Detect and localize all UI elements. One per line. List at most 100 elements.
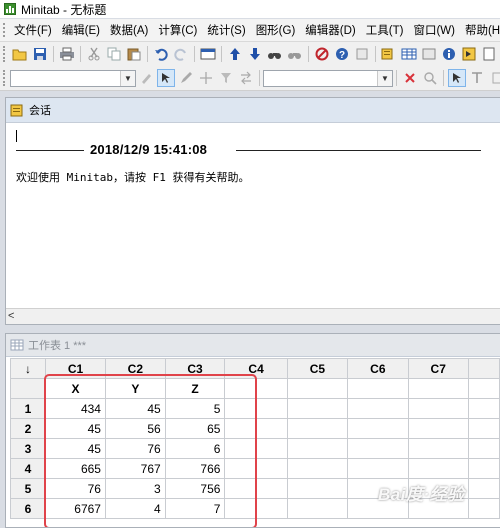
- data-cell[interactable]: [347, 398, 409, 419]
- row-header[interactable]: 1: [10, 398, 46, 419]
- pen-icon[interactable]: [177, 69, 195, 87]
- chevron-down-icon[interactable]: ▼: [120, 70, 135, 86]
- column-name-cell[interactable]: [467, 378, 500, 399]
- select-icon[interactable]: [157, 69, 175, 87]
- row-header[interactable]: 6: [10, 498, 46, 519]
- column-name-cell[interactable]: [286, 378, 349, 399]
- data-cell[interactable]: [224, 478, 288, 499]
- new-icon[interactable]: [480, 45, 498, 63]
- data-cell[interactable]: 766: [164, 458, 226, 479]
- data-cell[interactable]: 76: [104, 438, 166, 459]
- data-cell[interactable]: 756: [164, 478, 226, 499]
- data-cell[interactable]: [224, 458, 288, 479]
- pointer-icon[interactable]: [448, 69, 466, 87]
- worksheet-header[interactable]: 工作表 1 ***: [6, 334, 500, 357]
- menu-tools[interactable]: 工具(T): [361, 22, 409, 38]
- data-cell[interactable]: 3: [104, 478, 166, 499]
- data-cell[interactable]: [286, 458, 349, 479]
- chevron-down-icon[interactable]: ▼: [377, 70, 392, 86]
- undo-icon[interactable]: [152, 45, 170, 63]
- data-cell[interactable]: 56: [104, 418, 166, 439]
- row-header[interactable]: 5: [10, 478, 46, 499]
- menu-editor[interactable]: 编辑器(D): [300, 22, 360, 38]
- copy-icon[interactable]: [105, 45, 123, 63]
- data-cell[interactable]: [407, 438, 469, 459]
- toolbar-grip[interactable]: [3, 46, 7, 62]
- data-cell[interactable]: [286, 398, 349, 419]
- data-cell[interactable]: [224, 418, 288, 439]
- session-horizontal-scrollbar[interactable]: <: [6, 308, 500, 324]
- column-name-cell[interactable]: [407, 378, 469, 399]
- project-icon[interactable]: [420, 45, 438, 63]
- row-header[interactable]: 2: [10, 418, 46, 439]
- data-cell[interactable]: [467, 478, 500, 499]
- cut-icon[interactable]: [85, 45, 103, 63]
- menu-data[interactable]: 数据(A): [105, 22, 153, 38]
- menu-file[interactable]: 文件(F): [9, 22, 57, 38]
- data-cell[interactable]: [286, 478, 349, 499]
- menu-grip[interactable]: [3, 23, 5, 37]
- column-header[interactable]: C1: [45, 358, 106, 379]
- name-row-header[interactable]: [10, 378, 46, 399]
- menu-graph[interactable]: 图形(G): [251, 22, 301, 38]
- data-cell[interactable]: [467, 438, 500, 459]
- data-cell[interactable]: [407, 418, 469, 439]
- column-direction-corner[interactable]: ↓: [10, 358, 46, 379]
- arrow-up-icon[interactable]: [226, 45, 244, 63]
- data-cell[interactable]: 45: [45, 418, 106, 439]
- open-icon[interactable]: [11, 45, 29, 63]
- data-cell[interactable]: 7: [164, 498, 226, 519]
- column-name-cell[interactable]: [347, 378, 409, 399]
- stop-icon[interactable]: [353, 45, 371, 63]
- help-icon[interactable]: ?: [333, 45, 351, 63]
- paste-icon[interactable]: [125, 45, 143, 63]
- data-cell[interactable]: [347, 458, 409, 479]
- data-cell[interactable]: 767: [104, 458, 166, 479]
- info-icon[interactable]: [440, 45, 458, 63]
- scroll-left-icon[interactable]: <: [8, 310, 14, 322]
- crosshair-icon[interactable]: [197, 69, 215, 87]
- row-header[interactable]: 3: [10, 438, 46, 459]
- data-cell[interactable]: 76: [45, 478, 106, 499]
- row-header[interactable]: 4: [10, 458, 46, 479]
- data-cell[interactable]: 6: [164, 438, 226, 459]
- report-icon[interactable]: [460, 45, 478, 63]
- data-cell[interactable]: [467, 398, 500, 419]
- column-name-cell[interactable]: Y: [104, 378, 166, 399]
- redo-icon[interactable]: [172, 45, 190, 63]
- column-header[interactable]: C6: [347, 358, 409, 379]
- column-header[interactable]: C4: [224, 358, 288, 379]
- data-cell[interactable]: [467, 418, 500, 439]
- filter-icon[interactable]: [217, 69, 235, 87]
- data-cell[interactable]: [407, 398, 469, 419]
- data-cell[interactable]: [467, 498, 500, 519]
- print-icon[interactable]: [58, 45, 76, 63]
- data-cell[interactable]: 4: [104, 498, 166, 519]
- data-cell[interactable]: [407, 458, 469, 479]
- data-cell[interactable]: 434: [45, 398, 106, 419]
- data-cell[interactable]: [347, 438, 409, 459]
- arrow-down-icon[interactable]: [246, 45, 264, 63]
- data-cell[interactable]: 665: [45, 458, 106, 479]
- data-cell[interactable]: 5: [164, 398, 226, 419]
- data-cell[interactable]: 45: [45, 438, 106, 459]
- column-header[interactable]: C3: [164, 358, 226, 379]
- data-cell[interactable]: 6767: [45, 498, 106, 519]
- column-name-cell[interactable]: X: [45, 378, 106, 399]
- graph-item-combo[interactable]: ▼: [10, 69, 136, 87]
- swap-icon[interactable]: [237, 69, 255, 87]
- column-name-cell[interactable]: [224, 378, 288, 399]
- toolbar-grip[interactable]: [3, 70, 7, 86]
- data-cell[interactable]: [286, 418, 349, 439]
- data-cell[interactable]: [286, 498, 349, 519]
- menu-window[interactable]: 窗口(W): [408, 22, 460, 38]
- data-cell[interactable]: [286, 438, 349, 459]
- column-header[interactable]: C7: [407, 358, 469, 379]
- delete-icon[interactable]: [401, 69, 419, 87]
- data-cell[interactable]: [224, 438, 288, 459]
- column-header[interactable]: C5: [286, 358, 349, 379]
- menu-stat[interactable]: 统计(S): [202, 22, 250, 38]
- data-cell[interactable]: [347, 418, 409, 439]
- column-name-cell[interactable]: Z: [164, 378, 226, 399]
- graph-attribute-combo[interactable]: ▼: [263, 69, 393, 87]
